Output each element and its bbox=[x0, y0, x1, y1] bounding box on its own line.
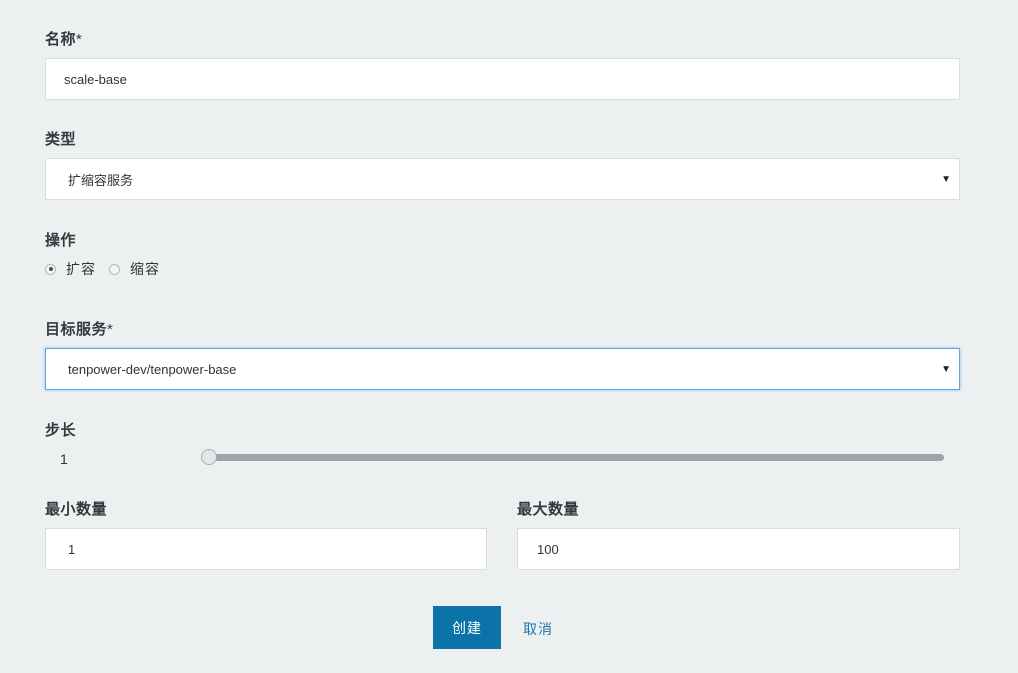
target-service-label: 目标服务* bbox=[45, 318, 113, 339]
min-count-label-text: 最小数量 bbox=[45, 501, 108, 518]
type-label-text: 类型 bbox=[45, 131, 77, 148]
caret-down-icon: ▼ bbox=[941, 174, 951, 185]
type-select[interactable]: 扩缩容服务 ▼ bbox=[45, 158, 960, 200]
max-count-input-value: 100 bbox=[537, 541, 559, 557]
step-slider-thumb[interactable] bbox=[201, 449, 217, 465]
type-select-value: 扩缩容服务 bbox=[68, 172, 134, 188]
step-label: 步长 bbox=[45, 419, 76, 440]
cancel-button-label: 取消 bbox=[523, 621, 553, 637]
radio-scale-up-label[interactable]: 扩容 bbox=[66, 259, 96, 279]
cancel-button[interactable]: 取消 bbox=[523, 619, 553, 639]
target-service-required-mark: * bbox=[107, 321, 114, 338]
radio-scale-down[interactable] bbox=[109, 263, 120, 275]
scale-form: 名称* scale-base 类型 扩缩容服务 ▼ 操作 扩容 缩容 目标服务*… bbox=[0, 0, 1018, 673]
create-button[interactable]: 创建 bbox=[433, 606, 501, 649]
operation-radio-group: 扩容 缩容 bbox=[45, 259, 173, 279]
operation-label-text: 操作 bbox=[45, 232, 77, 249]
name-label-text: 名称 bbox=[45, 31, 77, 48]
target-service-label-text: 目标服务 bbox=[45, 321, 108, 338]
name-label: 名称* bbox=[45, 28, 82, 49]
target-service-select-value: tenpower-dev/tenpower-base bbox=[68, 361, 237, 377]
radio-scale-down-label[interactable]: 缩容 bbox=[130, 259, 160, 279]
target-service-select[interactable]: tenpower-dev/tenpower-base ▼ bbox=[45, 348, 960, 390]
max-count-input[interactable]: 100 bbox=[517, 528, 960, 570]
min-count-input-value: 1 bbox=[68, 541, 76, 557]
name-required-mark: * bbox=[76, 31, 83, 48]
operation-label: 操作 bbox=[45, 229, 76, 250]
min-count-label: 最小数量 bbox=[45, 498, 107, 519]
radio-scale-up[interactable] bbox=[45, 263, 56, 275]
max-count-label-text: 最大数量 bbox=[517, 501, 580, 518]
caret-down-icon: ▼ bbox=[941, 364, 951, 375]
max-count-label: 最大数量 bbox=[517, 498, 579, 519]
name-input[interactable]: scale-base bbox=[45, 58, 960, 100]
min-count-input[interactable]: 1 bbox=[45, 528, 487, 570]
create-button-label: 创建 bbox=[452, 619, 482, 636]
step-label-text: 步长 bbox=[45, 422, 77, 439]
name-input-value: scale-base bbox=[64, 71, 127, 87]
step-slider-track[interactable] bbox=[209, 454, 944, 461]
step-value: 1 bbox=[60, 451, 68, 467]
type-label: 类型 bbox=[45, 128, 76, 149]
